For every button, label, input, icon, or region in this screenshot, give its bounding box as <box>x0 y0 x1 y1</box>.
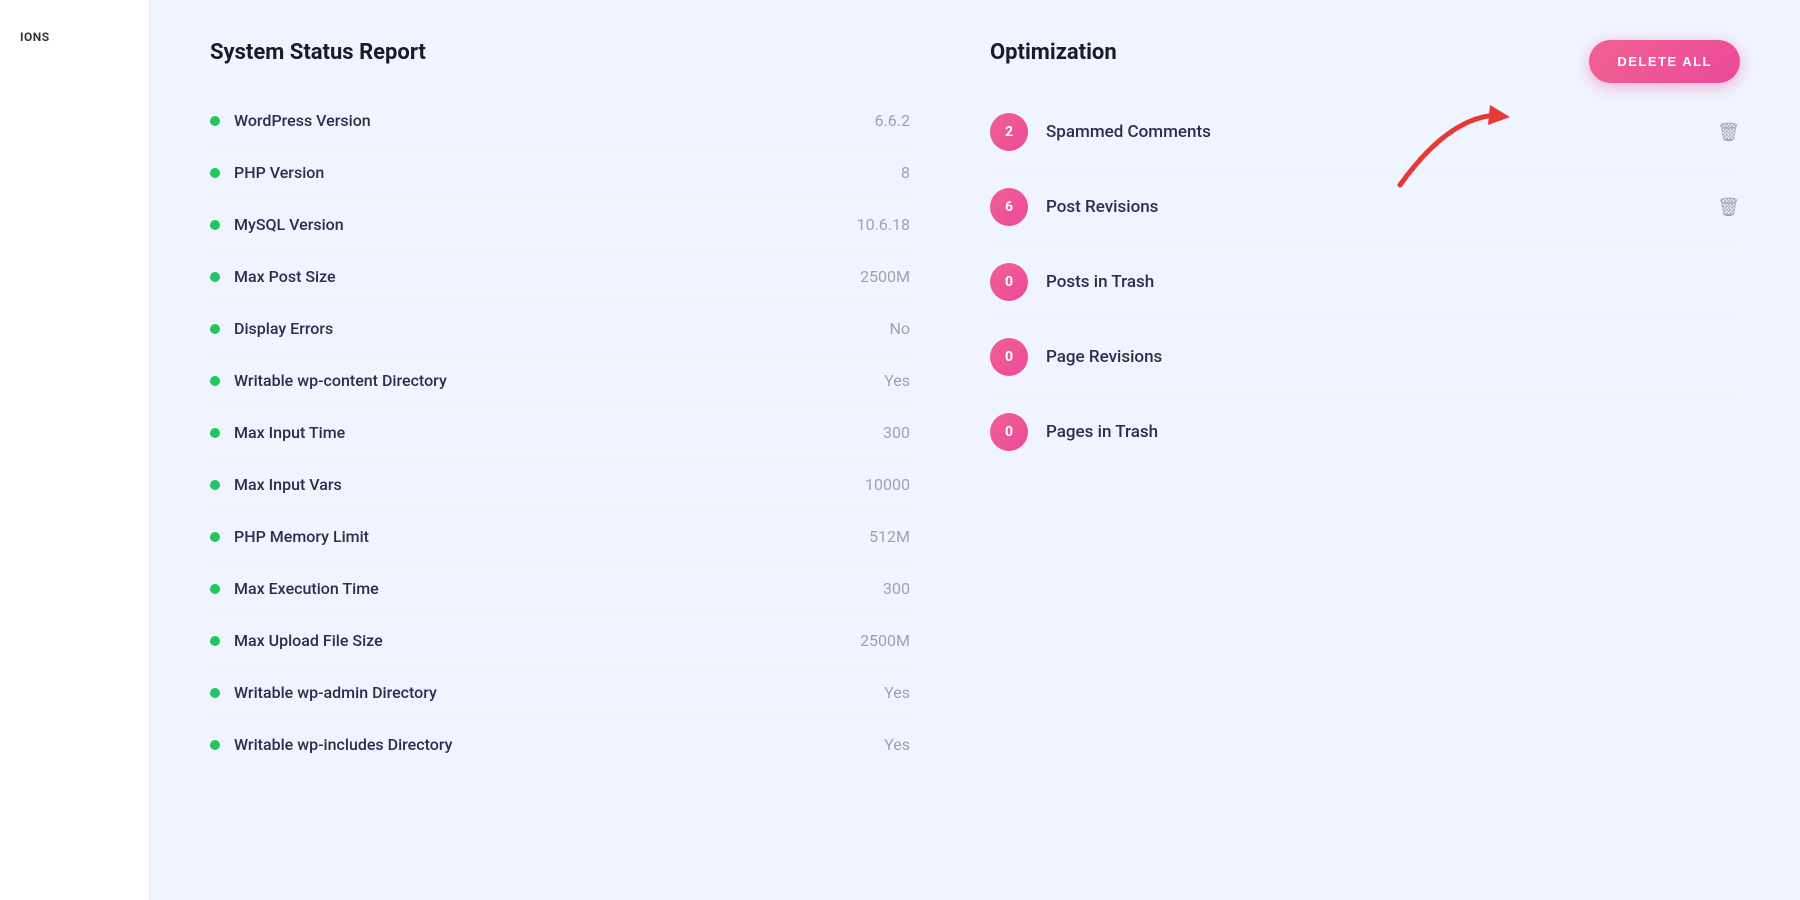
opt-label: Spammed Comments <box>1046 122 1699 142</box>
status-value: No <box>889 319 910 338</box>
main-content: System Status Report WordPress Version 6… <box>150 0 1800 900</box>
status-value: 512M <box>869 527 910 546</box>
status-value: Yes <box>884 371 910 390</box>
status-dot <box>210 636 220 646</box>
status-label: Writable wp-content Directory <box>210 371 447 390</box>
status-dot <box>210 376 220 386</box>
status-label: Display Errors <box>210 319 333 338</box>
opt-item: 0 Page Revisions <box>990 320 1740 395</box>
count-badge: 0 <box>990 338 1028 376</box>
status-value: 2500M <box>860 631 910 650</box>
status-label: PHP Version <box>210 163 324 182</box>
status-label: Max Post Size <box>210 267 336 286</box>
status-label: Max Upload File Size <box>210 631 383 650</box>
status-label: Writable wp-includes Directory <box>210 735 452 754</box>
optimization-list: 2 Spammed Comments 🗑 6 Post Revisions 🗑 … <box>990 95 1740 469</box>
opt-label: Posts in Trash <box>1046 272 1740 292</box>
status-item: Writable wp-admin Directory Yes <box>210 667 910 719</box>
trash-icon[interactable]: 🗑 <box>1717 122 1740 143</box>
right-panel: Optimization DELETE ALL 2 Spammed Commen… <box>990 40 1740 860</box>
status-label: Max Execution Time <box>210 579 379 598</box>
count-badge: 0 <box>990 413 1028 451</box>
status-dot <box>210 272 220 282</box>
status-value: 10.6.18 <box>857 215 910 234</box>
status-item: Max Execution Time 300 <box>210 563 910 615</box>
status-value: 10000 <box>865 475 910 494</box>
count-badge: 6 <box>990 188 1028 226</box>
opt-item: 6 Post Revisions 🗑 <box>990 170 1740 245</box>
sidebar-title: IONS <box>0 20 149 54</box>
opt-label: Page Revisions <box>1046 347 1740 367</box>
status-label: Writable wp-admin Directory <box>210 683 437 702</box>
status-dot <box>210 688 220 698</box>
opt-item: 2 Spammed Comments 🗑 <box>990 95 1740 170</box>
status-dot <box>210 740 220 750</box>
status-item: Writable wp-content Directory Yes <box>210 355 910 407</box>
status-item: Max Input Time 300 <box>210 407 910 459</box>
status-value: 8 <box>901 163 910 182</box>
status-item: Display Errors No <box>210 303 910 355</box>
status-item: MySQL Version 10.6.18 <box>210 199 910 251</box>
status-dot <box>210 480 220 490</box>
opt-item: 0 Posts in Trash <box>990 245 1740 320</box>
status-label: WordPress Version <box>210 111 371 130</box>
status-dot <box>210 220 220 230</box>
status-dot <box>210 116 220 126</box>
status-value: 2500M <box>860 267 910 286</box>
system-status-title: System Status Report <box>210 40 910 65</box>
status-item: Max Input Vars 10000 <box>210 459 910 511</box>
status-label: PHP Memory Limit <box>210 527 369 546</box>
status-value: Yes <box>884 735 910 754</box>
trash-icon[interactable]: 🗑 <box>1717 197 1740 218</box>
status-value: Yes <box>884 683 910 702</box>
status-item: PHP Version 8 <box>210 147 910 199</box>
status-item: Max Post Size 2500M <box>210 251 910 303</box>
status-value: 300 <box>883 579 910 598</box>
status-dot <box>210 428 220 438</box>
status-dot <box>210 584 220 594</box>
opt-item: 0 Pages in Trash <box>990 395 1740 469</box>
status-dot <box>210 532 220 542</box>
status-label: MySQL Version <box>210 215 344 234</box>
status-dot <box>210 168 220 178</box>
status-item: WordPress Version 6.6.2 <box>210 95 910 147</box>
status-value: 300 <box>883 423 910 442</box>
status-dot <box>210 324 220 334</box>
count-badge: 2 <box>990 113 1028 151</box>
status-item: PHP Memory Limit 512M <box>210 511 910 563</box>
sidebar: IONS <box>0 0 150 900</box>
left-panel: System Status Report WordPress Version 6… <box>210 40 910 860</box>
status-item: Writable wp-includes Directory Yes <box>210 719 910 770</box>
count-badge: 0 <box>990 263 1028 301</box>
status-item: Max Upload File Size 2500M <box>210 615 910 667</box>
opt-label: Post Revisions <box>1046 197 1699 217</box>
status-value: 6.6.2 <box>875 111 910 130</box>
status-label: Max Input Time <box>210 423 345 442</box>
status-label: Max Input Vars <box>210 475 342 494</box>
delete-all-button[interactable]: DELETE ALL <box>1589 40 1740 83</box>
opt-label: Pages in Trash <box>1046 422 1740 442</box>
status-list: WordPress Version 6.6.2 PHP Version 8 My… <box>210 95 910 770</box>
